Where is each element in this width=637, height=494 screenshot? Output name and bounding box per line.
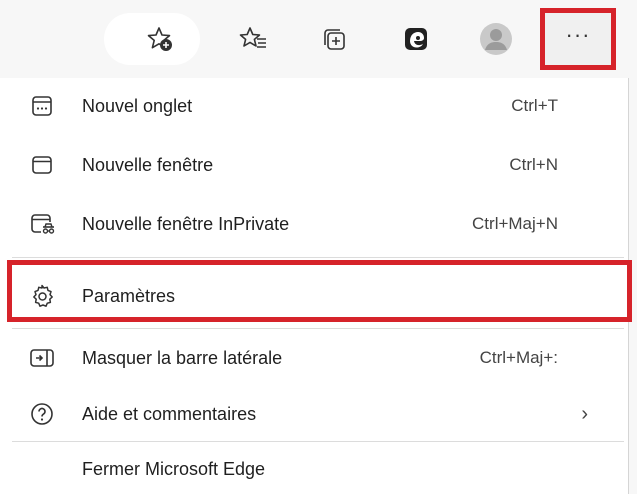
menu-item-new-tab[interactable]: Nouvel onglet Ctrl+T <box>0 81 628 131</box>
ellipsis-icon: ··· <box>565 22 591 47</box>
menu-item-shortcut: Ctrl+Maj+: <box>479 348 558 367</box>
menu-item-shortcut: Ctrl+T <box>511 96 558 115</box>
edge-window: ··· Nouvel onglet Ctrl+T Nouvelle fenêtr… <box>0 0 637 494</box>
menu-item-settings[interactable]: Paramètres <box>0 271 628 321</box>
menu-item-label: Nouvelle fenêtre InPrivate <box>82 213 290 234</box>
collections-icon <box>324 29 345 50</box>
menu-item-shortcut: Ctrl+N <box>509 155 558 174</box>
favorites-button[interactable] <box>232 18 274 60</box>
star-plus-icon <box>147 27 172 51</box>
sidebar-icon <box>27 343 57 373</box>
add-favorite-button[interactable] <box>139 18 181 60</box>
menu-item-label: Fermer Microsoft Edge <box>82 458 266 479</box>
menu-item-label: Masquer la barre latérale <box>82 347 283 368</box>
menu-item-label: Nouvelle fenêtre <box>82 154 214 175</box>
avatar-icon <box>480 23 512 55</box>
inprivate-window-icon <box>27 209 57 239</box>
menu-item-new-window[interactable]: Nouvelle fenêtre Ctrl+N <box>0 140 628 190</box>
menu-item-shortcut: Ctrl+Maj+N <box>472 214 558 233</box>
edge-sidebar-button[interactable] <box>395 18 437 60</box>
new-tab-icon <box>27 91 57 121</box>
menu-divider <box>12 441 624 442</box>
menu-item-close-edge[interactable]: Fermer Microsoft Edge <box>0 444 628 494</box>
menu-item-label: Aide et commentaires <box>82 403 257 424</box>
edge-logo-icon <box>405 28 427 50</box>
menu-item-label: Paramètres <box>82 285 176 306</box>
chevron-right-icon: › <box>581 402 588 425</box>
menu-item-inprivate-window[interactable]: Nouvelle fenêtre InPrivate Ctrl+Maj+N <box>0 199 628 249</box>
new-window-icon <box>27 150 57 180</box>
profile-button[interactable] <box>475 18 517 60</box>
help-icon <box>27 399 57 429</box>
settings-menu: Nouvel onglet Ctrl+T Nouvelle fenêtre Ct… <box>0 78 629 494</box>
menu-item-hide-sidebar[interactable]: Masquer la barre latérale Ctrl+Maj+: <box>0 333 628 383</box>
browser-toolbar: ··· <box>0 0 637 80</box>
menu-divider <box>12 257 624 258</box>
collections-button[interactable] <box>313 18 355 60</box>
menu-divider <box>12 328 624 329</box>
menu-item-help[interactable]: Aide et commentaires › <box>0 389 628 439</box>
more-options-button[interactable]: ··· <box>540 8 616 70</box>
gear-icon <box>27 281 57 311</box>
menu-item-label: Nouvel onglet <box>82 95 193 116</box>
favorites-list-icon <box>239 27 266 48</box>
